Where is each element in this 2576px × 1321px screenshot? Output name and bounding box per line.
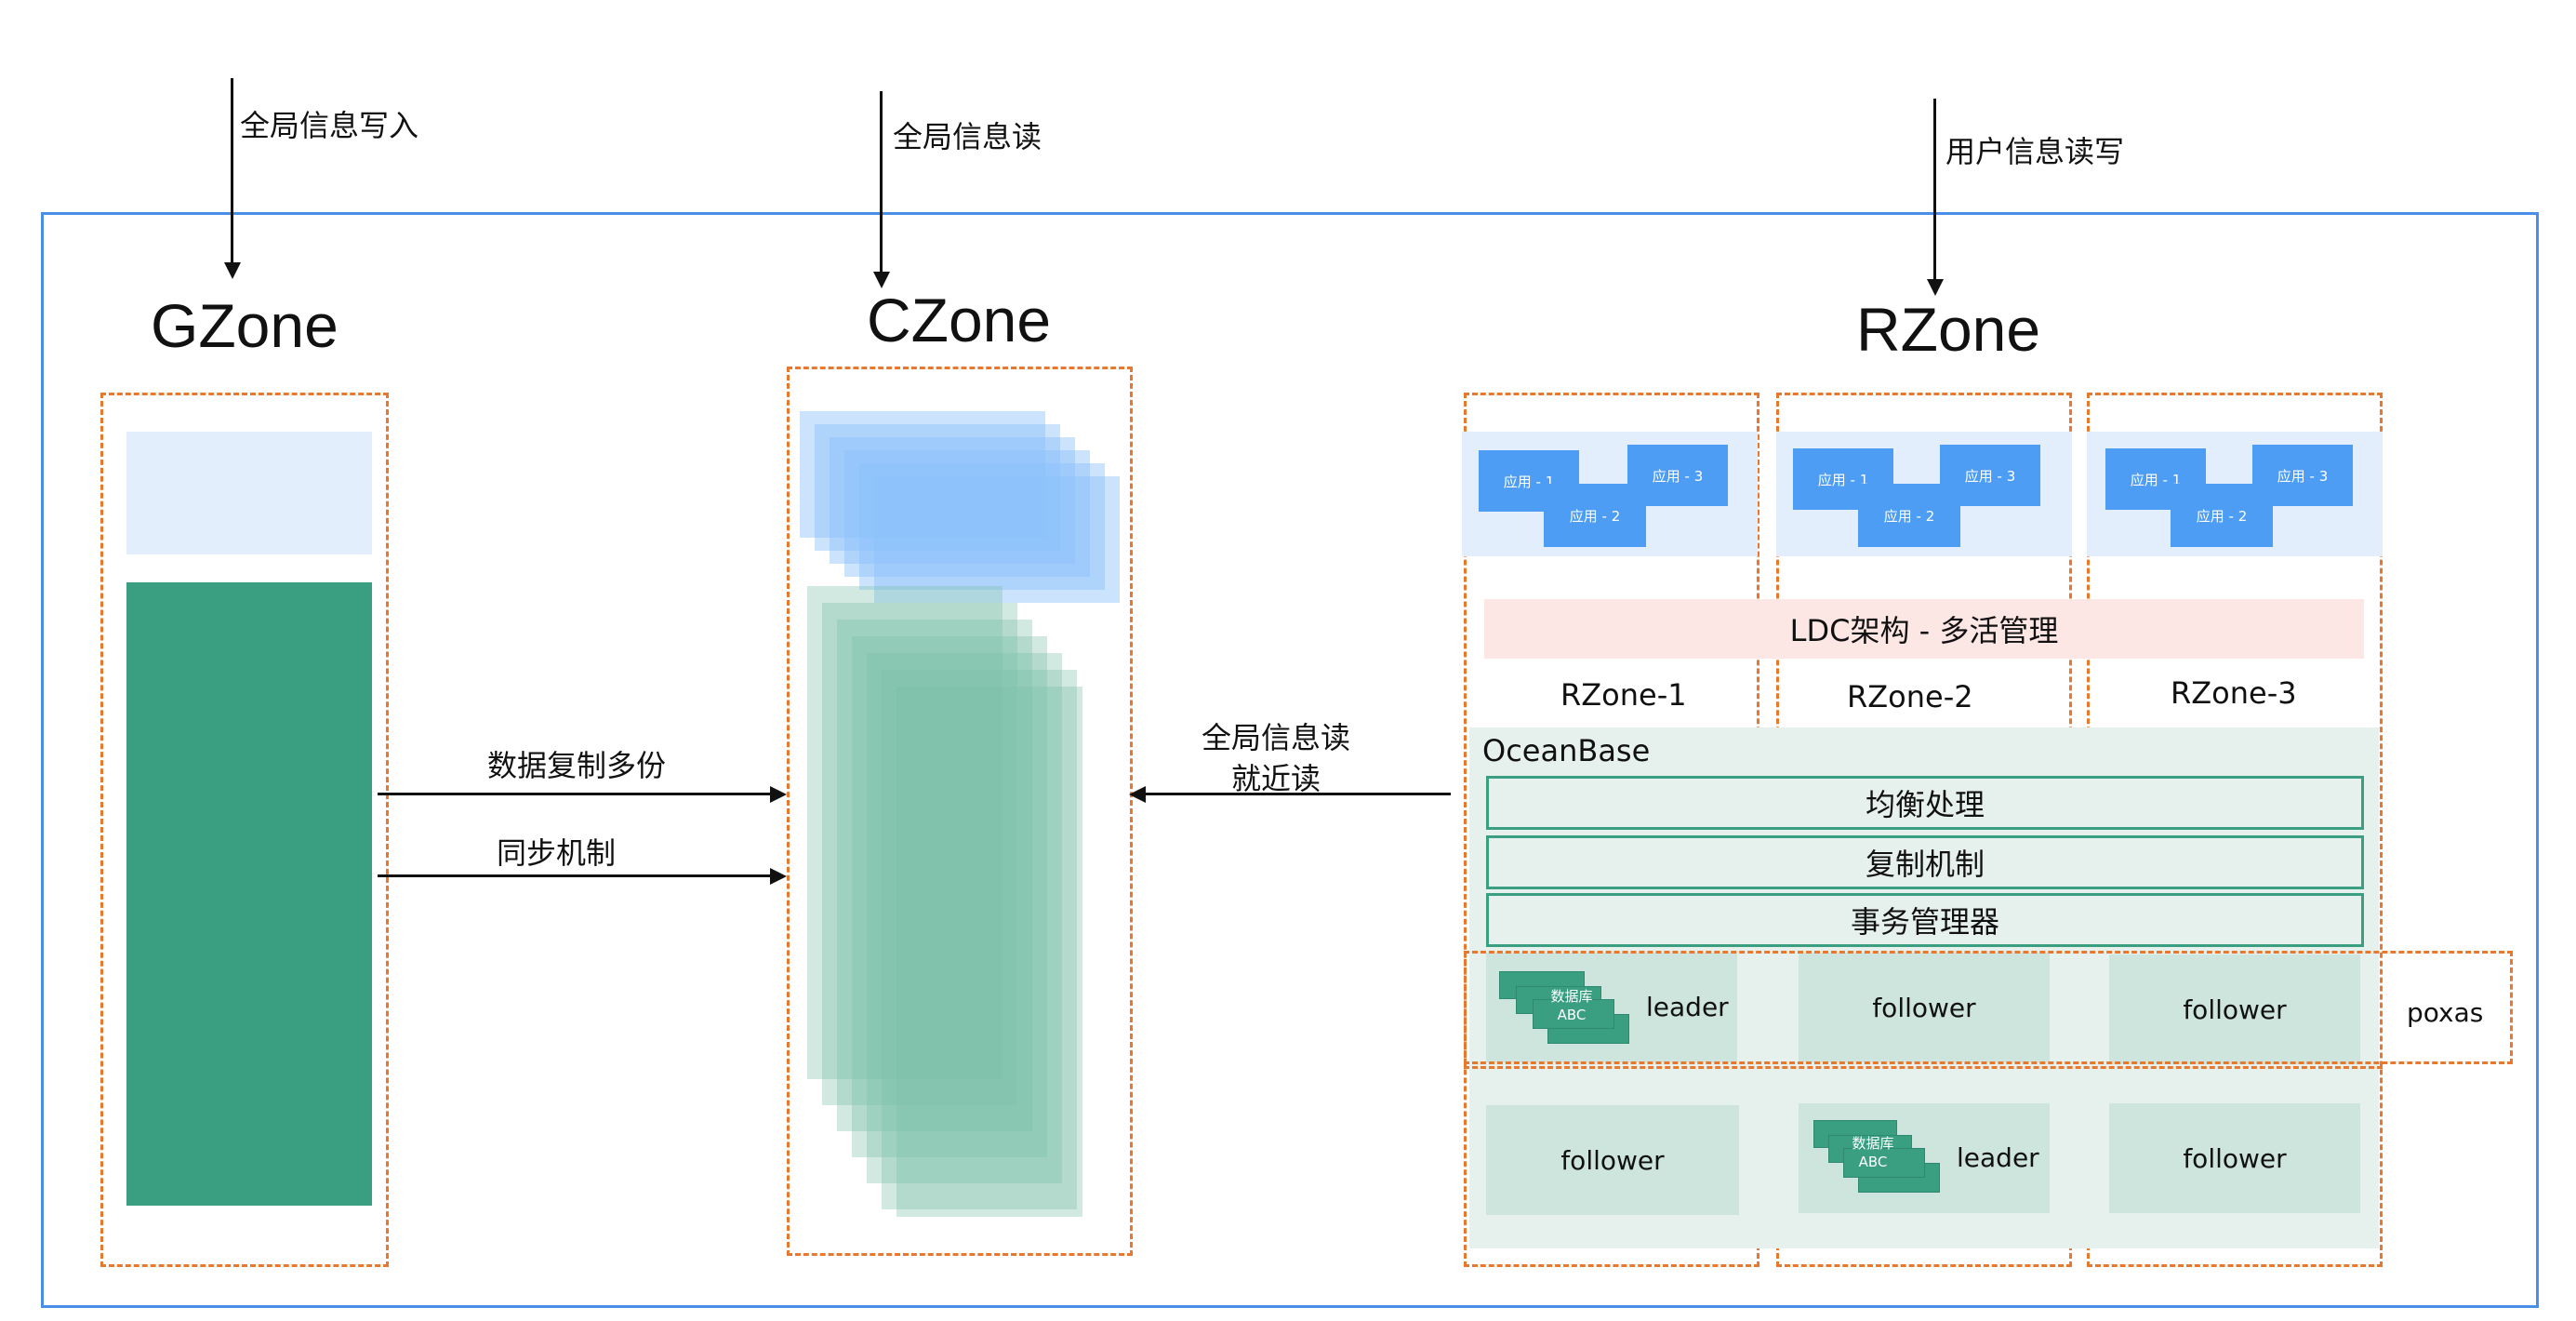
rzone-3-app-3: 应用 - 3 xyxy=(2252,445,2353,506)
rzone-title: RZone xyxy=(1856,295,2041,364)
rzone-3-row2-cell: follower xyxy=(2109,1103,2360,1213)
czone-input-arrow-line xyxy=(880,91,883,274)
paxos-group-label: poxas xyxy=(2407,997,2484,1028)
czone-data-layer xyxy=(896,687,1082,1217)
rzone-2-label: RZone-2 xyxy=(1847,679,1973,714)
rzone-1-app-3: 应用 - 3 xyxy=(1627,445,1728,506)
nearby-read-label-1: 全局信息读 xyxy=(1202,720,1351,755)
gzone-input-arrow-line xyxy=(231,78,233,264)
gzone-input-label: 全局信息写入 xyxy=(240,108,419,143)
gzone-input-arrow-head xyxy=(224,262,241,279)
balance-layer: 均衡处理 xyxy=(1486,776,2364,830)
replicate-arrow-head xyxy=(770,786,787,803)
czone-title: CZone xyxy=(867,286,1052,354)
ldc-bar: LDC架构 - 多活管理 xyxy=(1484,599,2364,659)
rzone-2-row2-role: leader xyxy=(1957,1142,2039,1173)
rzone-2-app-3: 应用 - 3 xyxy=(1940,445,2040,506)
czone-app-layer xyxy=(874,476,1120,603)
sync-label: 同步机制 xyxy=(497,835,617,871)
replicate-arrow-line xyxy=(378,793,772,795)
gzone-app-block xyxy=(126,432,372,554)
database-label-2: ABC xyxy=(1858,1154,1888,1170)
gzone-data-block xyxy=(126,582,372,1206)
replication-layer: 复制机制 xyxy=(1486,835,2364,889)
sync-arrow-line xyxy=(378,874,772,877)
rzone-input-arrow-line xyxy=(1933,99,1936,281)
czone-input-label: 全局信息读 xyxy=(893,119,1042,154)
rzone-1-label: RZone-1 xyxy=(1560,677,1687,713)
paxos-group-box xyxy=(1464,951,2513,1064)
rzone-input-label: 用户信息读写 xyxy=(1945,134,2125,169)
sync-arrow-head xyxy=(770,868,787,885)
replicate-label: 数据复制多份 xyxy=(487,748,667,783)
gzone-title: GZone xyxy=(151,291,339,360)
nearby-read-arrow-line xyxy=(1144,793,1451,795)
row2-group-box xyxy=(1464,1066,2383,1069)
database-label-1: 数据库 xyxy=(1852,1135,1894,1152)
oceanbase-title: OceanBase xyxy=(1482,733,1651,768)
rzone-1-row2-cell: follower xyxy=(1486,1105,1739,1215)
rzone-3-label: RZone-3 xyxy=(2171,675,2297,711)
transaction-manager-layer: 事务管理器 xyxy=(1486,893,2364,947)
